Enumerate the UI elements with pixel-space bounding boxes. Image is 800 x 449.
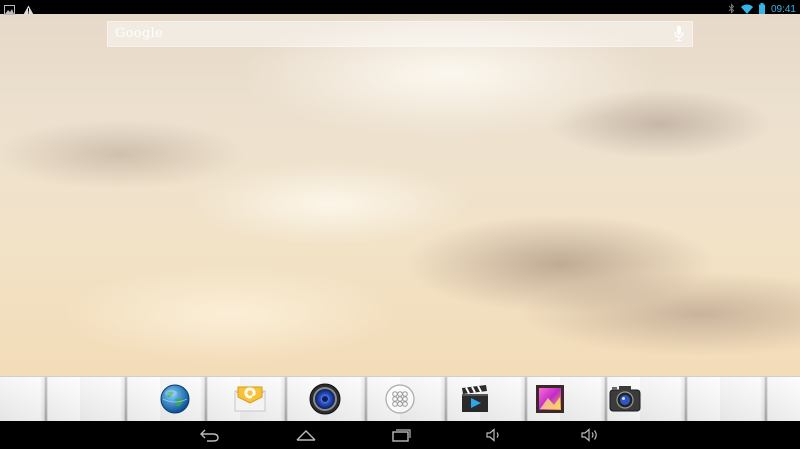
- app-dock: [0, 376, 800, 421]
- battery-icon: [758, 1, 765, 19]
- google-logo: Google: [115, 26, 164, 41]
- back-icon[interactable]: [198, 426, 222, 444]
- browser-icon[interactable]: [158, 382, 192, 416]
- warning-icon: [23, 2, 34, 20]
- navigation-bar: [0, 421, 800, 449]
- clock: 09:41: [770, 4, 796, 15]
- google-search-bar[interactable]: Google: [107, 21, 693, 47]
- status-bar[interactable]: 09:41: [0, 0, 800, 15]
- email-icon[interactable]: [233, 382, 267, 416]
- image-notification-icon: [4, 2, 15, 20]
- bluetooth-icon: [728, 1, 735, 19]
- home-icon[interactable]: [294, 426, 318, 444]
- music-icon[interactable]: [308, 382, 342, 416]
- volume-down-icon[interactable]: [483, 426, 507, 444]
- all-apps-icon[interactable]: [383, 382, 417, 416]
- wifi-icon: [740, 1, 753, 19]
- home-screen: 09:41 Google: [0, 0, 800, 449]
- camera-icon[interactable]: [608, 382, 642, 416]
- video-player-icon[interactable]: [458, 382, 492, 416]
- mic-icon[interactable]: [674, 26, 684, 47]
- recent-apps-icon[interactable]: [389, 426, 413, 444]
- volume-up-icon[interactable]: [578, 426, 602, 444]
- gallery-icon[interactable]: [533, 382, 567, 416]
- wallpaper: [0, 14, 800, 376]
